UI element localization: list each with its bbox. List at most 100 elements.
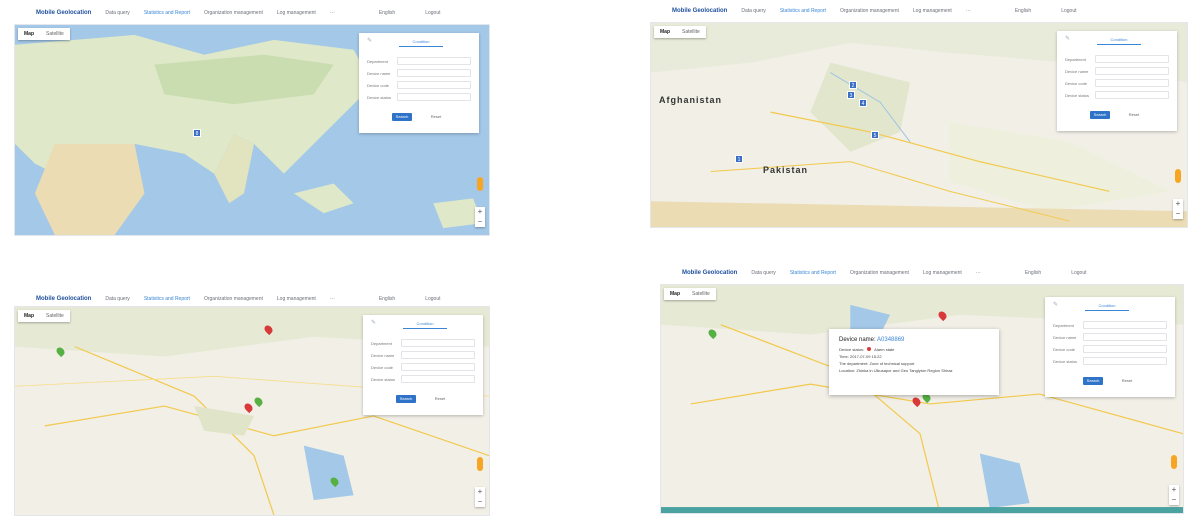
device-status-select[interactable] — [1095, 91, 1169, 99]
language-switch[interactable]: English — [1015, 8, 1031, 14]
map-view[interactable]: Map Satellite ✎ Condition Department Dev… — [14, 306, 490, 516]
street-view-pegman-icon[interactable] — [477, 177, 483, 191]
nav-more[interactable]: ··· — [330, 10, 335, 16]
nav-more[interactable]: ··· — [966, 8, 971, 14]
language-switch[interactable]: English — [379, 296, 395, 302]
map-type-satellite[interactable]: Satellite — [40, 28, 70, 40]
zoom-out-button[interactable]: − — [1173, 209, 1183, 219]
search-button[interactable]: Search — [392, 113, 412, 121]
nav-statistics[interactable]: Statistics and Report — [790, 270, 836, 276]
zoom-out-button[interactable]: − — [475, 497, 485, 507]
language-switch[interactable]: English — [1025, 270, 1041, 276]
zoom-in-button[interactable]: + — [1169, 485, 1179, 495]
logout-link[interactable]: Logout — [425, 10, 440, 16]
device-code-input[interactable] — [1095, 79, 1169, 87]
zoom-in-button[interactable]: + — [475, 207, 485, 217]
pencil-icon[interactable]: ✎ — [367, 37, 372, 44]
nav-log[interactable]: Log management — [277, 296, 316, 302]
logout-link[interactable]: Logout — [425, 296, 440, 302]
condition-tab[interactable]: Condition — [1097, 37, 1141, 45]
nav-data-query[interactable]: Data query — [105, 10, 129, 16]
map-type-map[interactable]: Map — [18, 310, 40, 322]
pencil-icon[interactable]: ✎ — [371, 319, 376, 326]
nav-data-query[interactable]: Data query — [105, 296, 129, 302]
department-input[interactable] — [401, 339, 475, 347]
map-type-map[interactable]: Map — [18, 28, 40, 40]
reset-button[interactable]: Reset — [430, 395, 450, 403]
nav-data-query[interactable]: Data query — [751, 270, 775, 276]
popup-time: Time: 2017-07-09 15:22 — [839, 354, 882, 359]
field-device-name: Device name — [1065, 67, 1169, 75]
zoom-control: + − — [1173, 199, 1183, 219]
map-view[interactable]: Map Satellite Device name: A0348869 Devi… — [660, 284, 1184, 514]
device-name-input[interactable] — [1095, 67, 1169, 75]
condition-tab[interactable]: Condition — [399, 39, 443, 47]
search-button[interactable]: Search — [1090, 111, 1110, 119]
map-type-satellite[interactable]: Satellite — [40, 310, 70, 322]
nav-log[interactable]: Log management — [923, 270, 962, 276]
map-cluster-marker[interactable]: 2 — [849, 81, 857, 89]
department-input[interactable] — [1095, 55, 1169, 63]
nav-statistics[interactable]: Statistics and Report — [144, 296, 190, 302]
device-code-input[interactable] — [1083, 345, 1167, 353]
brand-logo[interactable]: Mobile Geolocation — [36, 10, 91, 16]
street-view-pegman-icon[interactable] — [477, 457, 483, 471]
map-cluster-marker[interactable]: 8 — [193, 129, 201, 137]
device-status-select[interactable] — [1083, 357, 1167, 365]
nav-more[interactable]: ··· — [330, 296, 335, 302]
map-type-satellite[interactable]: Satellite — [676, 26, 706, 38]
map-type-map[interactable]: Map — [654, 26, 676, 38]
brand-logo[interactable]: Mobile Geolocation — [672, 8, 727, 14]
search-button[interactable]: Search — [1083, 377, 1103, 385]
device-code-input[interactable] — [397, 81, 471, 89]
department-input[interactable] — [397, 57, 471, 65]
nav-organization[interactable]: Organization management — [850, 270, 909, 276]
zoom-in-button[interactable]: + — [1173, 199, 1183, 209]
reset-button[interactable]: Reset — [426, 113, 446, 121]
pencil-icon[interactable]: ✎ — [1053, 301, 1058, 308]
map-cluster-marker[interactable]: 4 — [859, 99, 867, 107]
device-name-link[interactable]: A0348869 — [877, 337, 904, 343]
device-name-input[interactable] — [1083, 333, 1167, 341]
map-type-map[interactable]: Map — [664, 288, 686, 300]
reset-button[interactable]: Reset — [1124, 111, 1144, 119]
nav-statistics[interactable]: Statistics and Report — [144, 10, 190, 16]
device-name-input[interactable] — [401, 351, 475, 359]
zoom-out-button[interactable]: − — [475, 217, 485, 227]
map-view[interactable]: Map Satellite 8 ✎ Condition Department D… — [14, 24, 490, 236]
device-name-input[interactable] — [397, 69, 471, 77]
device-status-select[interactable] — [401, 375, 475, 383]
zoom-out-button[interactable]: − — [1169, 495, 1179, 505]
condition-tab[interactable]: Condition — [1085, 303, 1129, 311]
reset-button[interactable]: Reset — [1117, 377, 1137, 385]
brand-logo[interactable]: Mobile Geolocation — [36, 296, 91, 302]
street-view-pegman-icon[interactable] — [1171, 455, 1177, 469]
map-cluster-marker[interactable]: 5 — [871, 131, 879, 139]
nav-log[interactable]: Log management — [277, 10, 316, 16]
device-code-input[interactable] — [401, 363, 475, 371]
nav-organization[interactable]: Organization management — [204, 296, 263, 302]
nav-log[interactable]: Log management — [913, 8, 952, 14]
logout-link[interactable]: Logout — [1071, 270, 1086, 276]
department-input[interactable] — [1083, 321, 1167, 329]
nav-data-query[interactable]: Data query — [741, 8, 765, 14]
language-switch[interactable]: English — [379, 10, 395, 16]
map-type-satellite[interactable]: Satellite — [686, 288, 716, 300]
zoom-control: + − — [475, 207, 485, 227]
nav-organization[interactable]: Organization management — [840, 8, 899, 14]
logout-link[interactable]: Logout — [1061, 8, 1076, 14]
pencil-icon[interactable]: ✎ — [1065, 35, 1070, 42]
map-view[interactable]: Map Satellite Afghanistan Pakistan 2 3 4… — [650, 22, 1188, 228]
device-status-select[interactable] — [397, 93, 471, 101]
map-cluster-marker[interactable]: 3 — [847, 91, 855, 99]
zoom-in-button[interactable]: + — [475, 487, 485, 497]
search-button[interactable]: Search — [396, 395, 416, 403]
nav-statistics[interactable]: Statistics and Report — [780, 8, 826, 14]
nav-organization[interactable]: Organization management — [204, 10, 263, 16]
map-cluster-marker[interactable]: 1 — [735, 155, 743, 163]
street-view-pegman-icon[interactable] — [1175, 169, 1181, 183]
nav-more[interactable]: ··· — [976, 270, 981, 276]
map-type-toggle: Map Satellite — [18, 28, 70, 40]
condition-tab[interactable]: Condition — [403, 321, 447, 329]
brand-logo[interactable]: Mobile Geolocation — [682, 270, 737, 276]
